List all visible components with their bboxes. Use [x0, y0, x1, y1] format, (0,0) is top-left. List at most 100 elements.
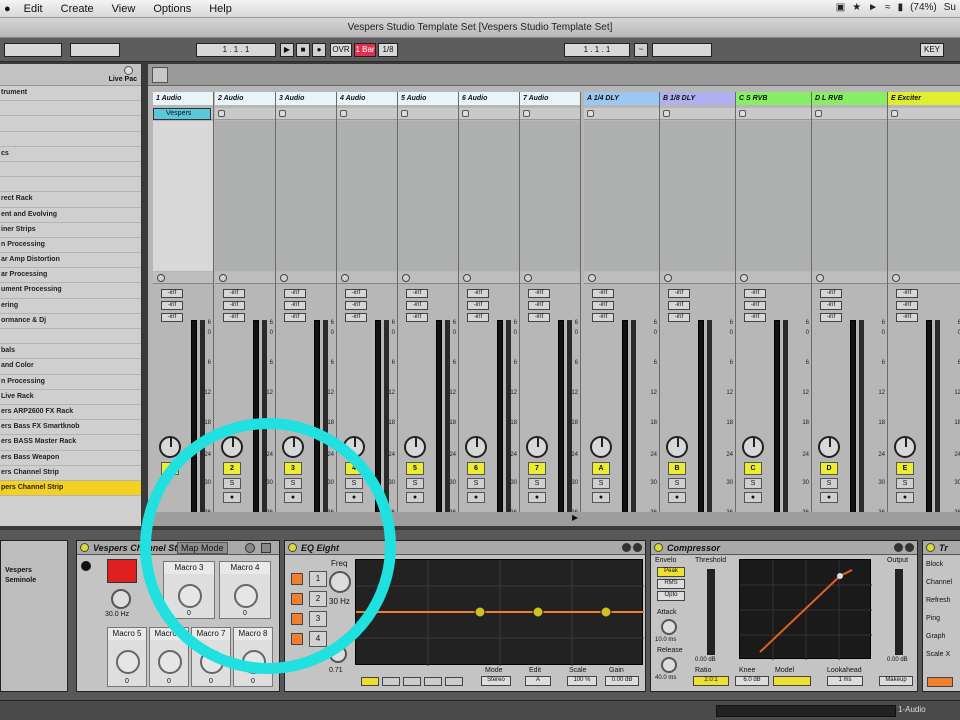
clip-area[interactable] — [276, 121, 336, 271]
send-b[interactable]: -inf — [345, 301, 367, 310]
track-activator[interactable]: 4 — [345, 462, 363, 475]
send-b[interactable]: -inf — [467, 301, 489, 310]
pan-knob[interactable] — [465, 436, 487, 458]
clip-status-dot-icon[interactable] — [402, 274, 410, 282]
overdub-button[interactable]: OVR — [330, 43, 352, 57]
pan-knob[interactable] — [742, 436, 764, 458]
clip-area[interactable] — [153, 121, 213, 271]
clip-stop-icon[interactable] — [891, 110, 898, 117]
clip-slot[interactable] — [584, 108, 659, 120]
pan-knob[interactable] — [282, 436, 304, 458]
comp-ratio-value[interactable]: 2.0:1 — [693, 676, 729, 686]
arm-button[interactable]: ● — [467, 492, 485, 503]
clip-status-dot-icon[interactable] — [816, 274, 824, 282]
send-b[interactable]: -inf — [161, 301, 183, 310]
macro-6[interactable]: Macro 6 0 — [149, 627, 189, 687]
filter-type-4-button[interactable] — [424, 677, 442, 686]
eq-band-select[interactable]: 3 — [309, 611, 327, 627]
send-a[interactable]: -inf — [896, 289, 918, 298]
solo-button[interactable]: S — [345, 478, 363, 489]
track-activator[interactable]: D — [820, 462, 838, 475]
macro-knob[interactable] — [158, 650, 182, 674]
eq-band-point-3[interactable] — [600, 606, 612, 618]
track-activator[interactable]: C — [744, 462, 762, 475]
browser-item[interactable]: trument — [0, 86, 141, 102]
send-c[interactable]: -inf — [820, 313, 842, 322]
rack-knob-1[interactable] — [111, 589, 131, 609]
comp-lookahead-value[interactable]: 1 ms — [827, 676, 863, 686]
macro-3[interactable]: Macro 3 0 — [163, 561, 215, 619]
eq-band-on-button[interactable] — [291, 573, 303, 585]
track-activator[interactable]: A — [592, 462, 610, 475]
clip-stop-icon[interactable] — [815, 110, 822, 117]
send-a[interactable]: -inf — [668, 289, 690, 298]
track-name[interactable]: A 1/4 DLY — [584, 92, 659, 105]
browser-item[interactable] — [0, 132, 141, 147]
battery-icon[interactable]: ▮ — [898, 2, 904, 13]
browser-item[interactable]: ers Bass Weapon — [0, 451, 141, 466]
clip-area[interactable] — [584, 121, 659, 271]
wifi-icon[interactable]: ≈ — [885, 2, 891, 13]
metronome-box[interactable] — [70, 43, 120, 57]
clip-status-dot-icon[interactable] — [463, 274, 471, 282]
clip-status-dot-icon[interactable] — [219, 274, 227, 282]
tap-tempo-box[interactable] — [4, 43, 62, 57]
clip-slot[interactable] — [812, 108, 887, 120]
clip-area[interactable] — [736, 121, 811, 271]
clip-area[interactable] — [812, 121, 887, 271]
macro-4[interactable]: Macro 4 0 — [219, 561, 271, 619]
send-c[interactable]: -inf — [223, 313, 245, 322]
record-quantize[interactable]: 1 Bar — [354, 43, 376, 57]
solo-button[interactable]: S — [467, 478, 485, 489]
filter-type-2-button[interactable] — [382, 677, 400, 686]
send-c[interactable]: -inf — [161, 313, 183, 322]
session-overview-button[interactable] — [152, 67, 168, 83]
track-activator[interactable]: 2 — [223, 462, 241, 475]
browser-item[interactable]: ar Processing — [0, 268, 141, 284]
pan-knob[interactable] — [343, 436, 365, 458]
track-activator[interactable]: 3 — [284, 462, 302, 475]
solo-button[interactable]: S — [223, 478, 241, 489]
pan-knob[interactable] — [221, 436, 243, 458]
clip-status-dot-icon[interactable] — [664, 274, 672, 282]
track-name[interactable]: 1 Audio — [153, 92, 213, 105]
browser-item[interactable]: iner Strips — [0, 223, 141, 238]
clip-stop-icon[interactable] — [587, 110, 594, 117]
send-c[interactable]: -inf — [592, 313, 614, 322]
arm-button[interactable]: ● — [345, 492, 363, 503]
solo-button[interactable]: S — [528, 478, 546, 489]
clip-area[interactable] — [459, 121, 519, 271]
rack-hotswap-icon[interactable] — [81, 561, 91, 571]
arm-button[interactable]: ● — [223, 492, 241, 503]
eq-band-on-button[interactable] — [291, 593, 303, 605]
eq-band-point-2[interactable] — [532, 606, 544, 618]
send-b[interactable]: -inf — [820, 301, 842, 310]
browser-item[interactable] — [0, 116, 141, 132]
solo-button[interactable]: S — [284, 478, 302, 489]
send-a[interactable]: -inf — [345, 289, 367, 298]
eq-freq-knob[interactable] — [329, 571, 351, 593]
track-activator[interactable] — [161, 462, 179, 475]
track-name[interactable]: 2 Audio — [215, 92, 275, 105]
volume-fader[interactable] — [926, 320, 932, 520]
comp-save-icon[interactable] — [894, 543, 903, 552]
rack-chain-icon[interactable] — [261, 543, 271, 553]
browser-options-icon[interactable] — [124, 66, 133, 75]
clip-stop-icon[interactable] — [523, 110, 530, 117]
send-c[interactable]: -inf — [345, 313, 367, 322]
solo-button[interactable]: S — [896, 478, 914, 489]
clip-area[interactable] — [888, 121, 960, 271]
solo-button[interactable]: S — [406, 478, 424, 489]
menu-edit[interactable]: Edit — [24, 3, 43, 15]
key-map-button[interactable]: KEY — [920, 43, 944, 57]
browser-item[interactable]: cs — [0, 147, 141, 162]
rack-color-swatch[interactable] — [107, 559, 137, 583]
browser-item[interactable]: ar Amp Distortion — [0, 253, 141, 269]
send-a[interactable]: -inf — [592, 289, 614, 298]
clip-slot[interactable] — [215, 108, 275, 120]
pan-knob[interactable] — [894, 436, 916, 458]
send-b[interactable]: -inf — [592, 301, 614, 310]
pan-knob[interactable] — [526, 436, 548, 458]
comp-release-knob[interactable] — [661, 657, 677, 673]
clip-slot[interactable] — [888, 108, 960, 120]
